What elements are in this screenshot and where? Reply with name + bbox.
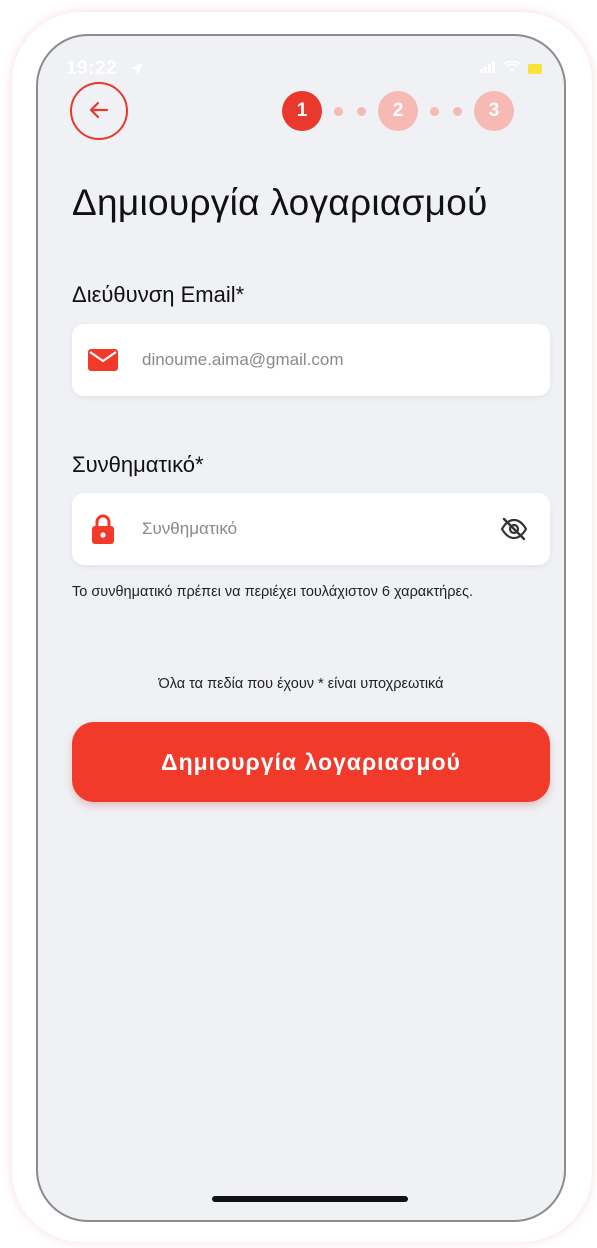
location-arrow-icon <box>130 62 144 81</box>
home-indicator[interactable] <box>212 1196 408 1202</box>
email-field[interactable] <box>72 323 550 397</box>
password-field[interactable] <box>72 492 550 566</box>
battery-icon <box>528 64 542 74</box>
password-hint: Το συνθηματικό πρέπει να περιέχει τουλάχ… <box>72 584 473 600</box>
status-icons <box>480 60 542 78</box>
email-input[interactable] <box>140 323 550 397</box>
progress-stepper: 1 2 3 <box>282 90 514 132</box>
connector-dot <box>430 106 439 116</box>
step-3: 3 <box>474 91 514 131</box>
email-label: Διεύθυνση Email* <box>72 282 245 307</box>
step-1: 1 <box>282 91 322 131</box>
create-account-button[interactable]: Δημιουργία λογαριασμού <box>72 722 550 802</box>
eye-off-icon[interactable] <box>500 517 528 541</box>
password-label: Συνθηματικό* <box>72 452 204 477</box>
status-time: 19:22 <box>66 58 118 79</box>
step-2: 2 <box>378 91 418 131</box>
lock-icon <box>88 514 118 544</box>
required-fields-note: Όλα τα πεδία που έχουν * είναι υποχρεωτι… <box>158 676 444 692</box>
password-input[interactable] <box>140 492 500 566</box>
connector-dot <box>357 106 366 116</box>
app-screen: 19:22 1 2 3 Δημιουργία λογαριασμού Διεύθ… <box>36 34 566 1222</box>
mail-icon <box>88 345 118 375</box>
connector-dot <box>453 106 462 116</box>
page-title: Δημιουργία λογαριασμού <box>72 182 488 223</box>
arrow-left-icon <box>88 99 110 124</box>
connector-dot <box>334 106 343 116</box>
step-connector-2 <box>430 106 462 116</box>
back-button[interactable] <box>70 82 128 140</box>
status-bar: 19:22 <box>38 36 564 96</box>
wifi-icon <box>503 60 521 78</box>
step-connector-1 <box>334 106 366 116</box>
signal-icon <box>480 60 496 78</box>
